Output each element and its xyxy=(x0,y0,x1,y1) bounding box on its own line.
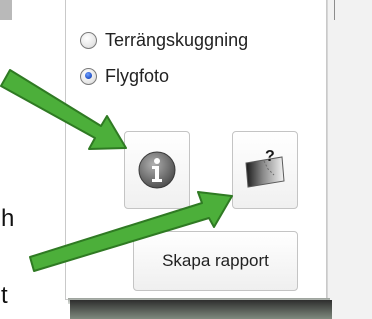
create-report-label: Skapa rapport xyxy=(162,251,269,270)
right-edge-panel xyxy=(327,0,372,319)
radio-option-aerial-photo[interactable]: Flygfoto xyxy=(80,62,169,90)
create-report-button[interactable]: Skapa rapport xyxy=(133,231,298,291)
radio-aerial-photo[interactable] xyxy=(80,67,97,85)
svg-text:?: ? xyxy=(265,148,275,165)
edge-glyph-2: t xyxy=(1,282,8,309)
info-button[interactable] xyxy=(124,131,190,209)
radio-option-terrain-shading[interactable]: Terrängskuggning xyxy=(80,26,248,54)
map-bottom-strip xyxy=(70,300,332,319)
map-query-button[interactable]: ? xyxy=(232,131,298,209)
radio-terrain-shading[interactable] xyxy=(80,31,97,49)
radio-label-terrain-shading: Terrängskuggning xyxy=(105,29,249,50)
radio-label-aerial-photo: Flygfoto xyxy=(105,65,170,86)
edge-glyph-1: h xyxy=(1,205,15,232)
map-question-icon: ? xyxy=(245,148,285,188)
info-icon xyxy=(138,151,176,189)
map-corner xyxy=(0,0,12,20)
